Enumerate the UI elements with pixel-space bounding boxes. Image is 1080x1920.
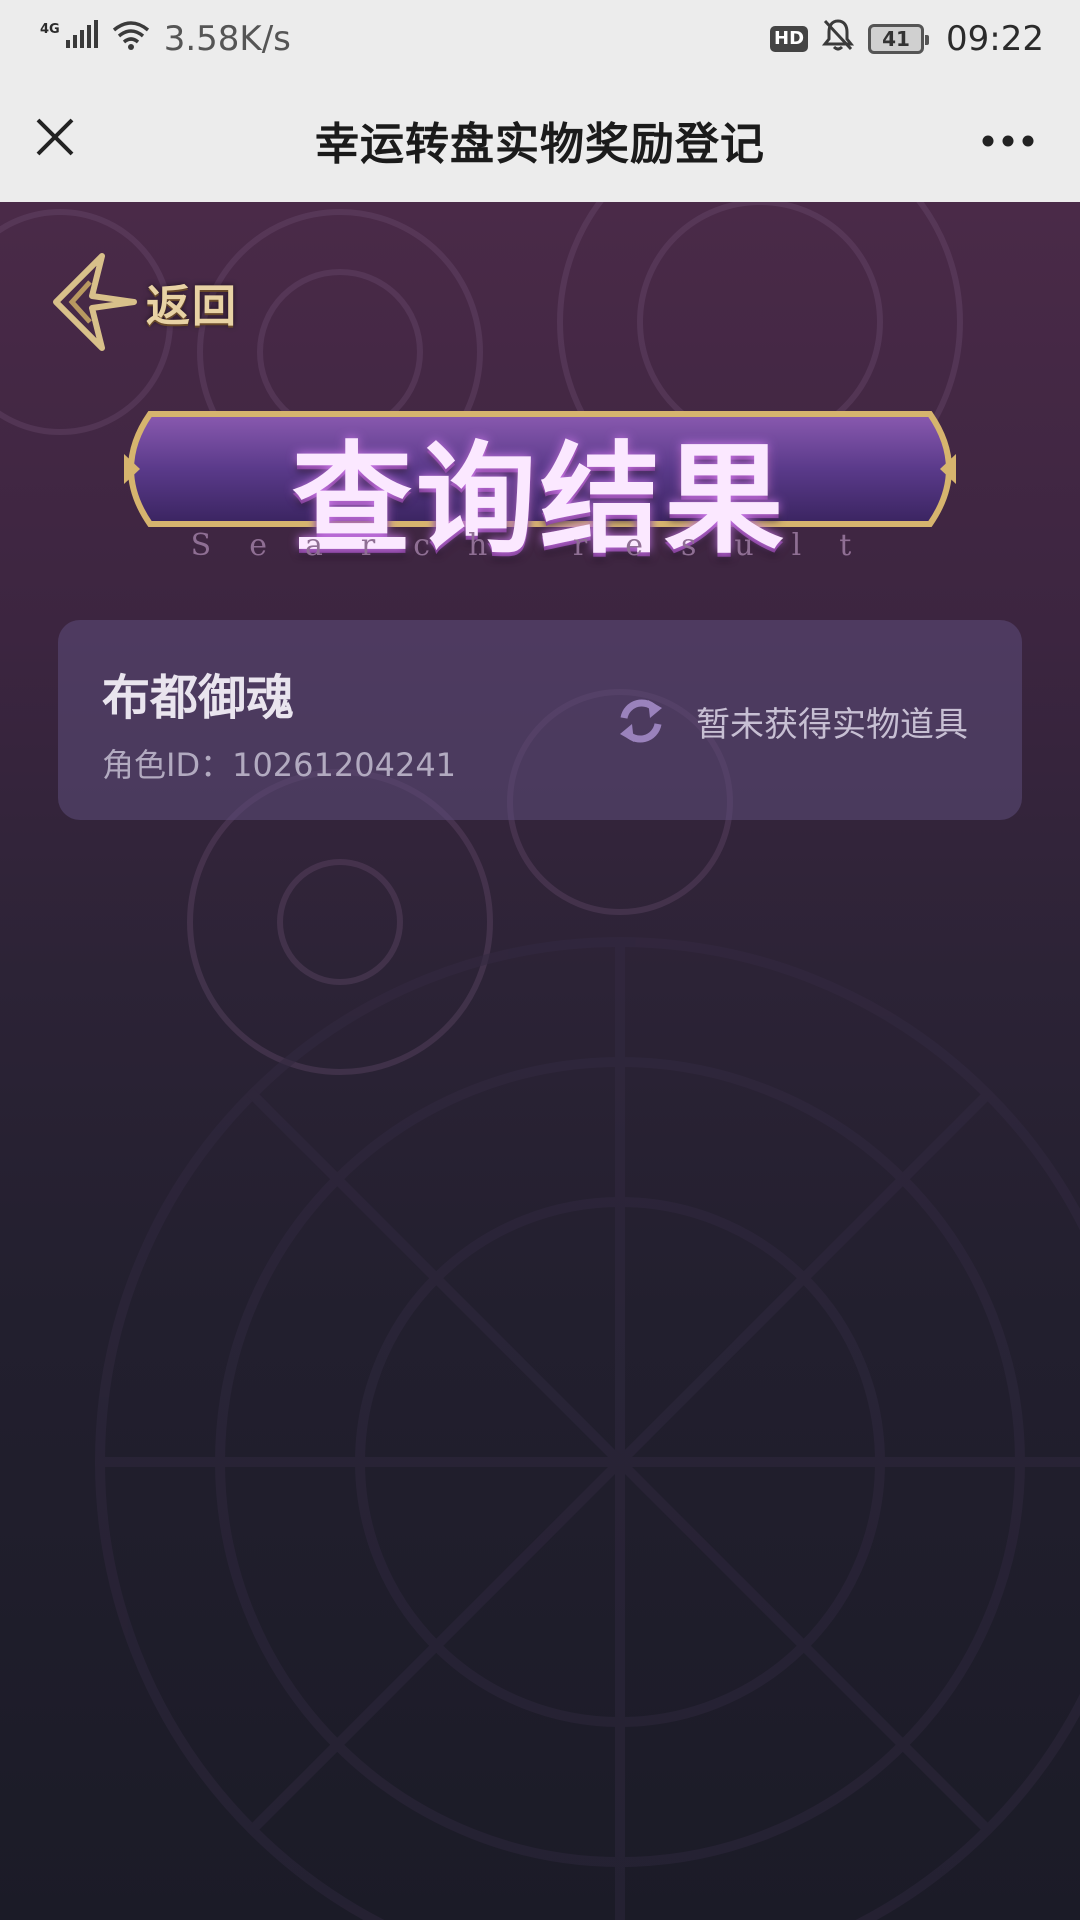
role-name: 布都御魂 — [102, 670, 295, 726]
status-bar-right: HD 41 09:22 — [770, 18, 1044, 61]
nav-bar: 幸运转盘实物奖励登记 — [0, 78, 1080, 202]
close-button[interactable] — [30, 112, 80, 162]
close-icon — [36, 118, 74, 156]
clock: 09:22 — [946, 19, 1044, 59]
refresh-icon — [620, 699, 662, 743]
battery-level: 41 — [882, 27, 910, 51]
more-dots-icon — [982, 135, 1034, 147]
signal-icon — [64, 19, 98, 59]
prize-status: 暂未获得实物道具 — [614, 686, 968, 756]
status-bar: 4G 3.58K/s HD 41 09:22 — [0, 0, 1080, 78]
mute-bell-icon — [821, 18, 855, 61]
status-text: 暂未获得实物道具 — [696, 704, 968, 745]
network-speed: 3.58K/s — [163, 19, 291, 59]
hd-badge: HD — [770, 26, 809, 52]
main-stage: 返回 查询结果 Search result 布都御魂 角色ID：10261204… — [0, 202, 1080, 1920]
back-button[interactable]: 返回 — [50, 252, 238, 352]
role-id: 角色ID：10261204241 — [102, 746, 457, 784]
battery-icon: 41 — [868, 24, 930, 54]
network-type: 4G — [40, 21, 60, 37]
wifi-icon — [112, 19, 150, 59]
result-card: 布都御魂 角色ID：10261204241 暂未获得实物道具 — [58, 620, 1022, 820]
status-bar-left: 4G 3.58K/s — [40, 19, 291, 59]
banner-subtitle: Search result — [190, 528, 890, 563]
more-options-button[interactable] — [980, 116, 1036, 166]
page-title: 幸运转盘实物奖励登记 — [315, 119, 765, 170]
back-arrow-icon — [53, 253, 137, 351]
back-label: 返回 — [146, 281, 238, 332]
